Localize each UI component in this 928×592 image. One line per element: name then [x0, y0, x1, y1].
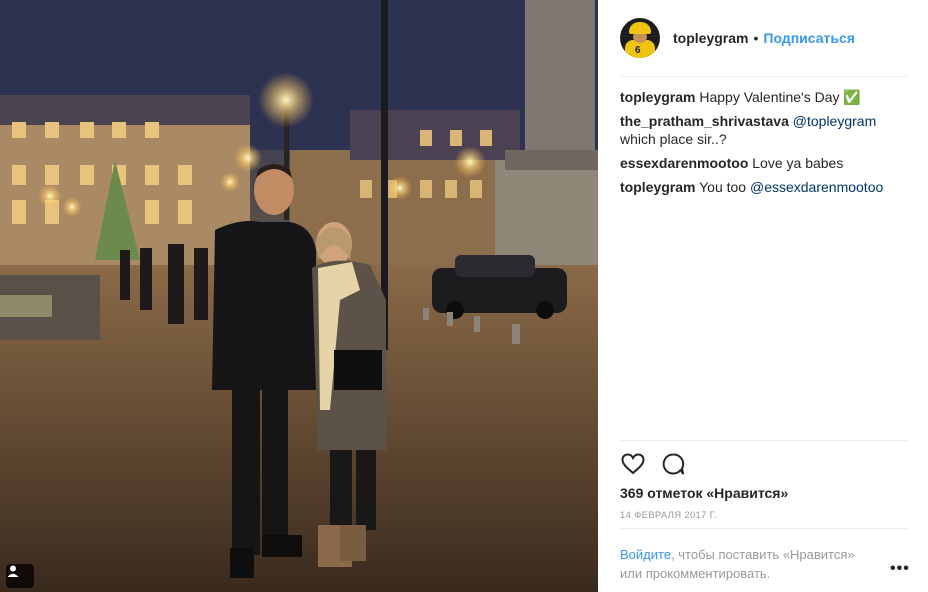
login-link[interactable]: Войдите — [620, 547, 671, 562]
comment-item: essexdarenmootoo Love ya babes — [620, 154, 910, 172]
divider — [620, 440, 908, 441]
comments-list: topleygram Happy Valentine's Day ✅ the_p… — [620, 88, 910, 202]
likes-count[interactable]: 369 отметок «Нравится» — [620, 485, 788, 501]
more-options-icon[interactable]: ••• — [890, 560, 910, 578]
post-photo[interactable] — [0, 0, 598, 592]
comment-item: the_pratham_shrivastava @topleygram whic… — [620, 112, 910, 148]
author-username[interactable]: topleygram — [673, 30, 748, 46]
post-actions — [620, 450, 700, 478]
divider — [620, 76, 908, 77]
comment-username[interactable]: essexdarenmootoo — [620, 155, 748, 171]
post-date[interactable]: 14 февраля 2017 г. — [620, 510, 717, 521]
avatar[interactable]: 6 — [620, 18, 660, 58]
comment-text: You too — [699, 179, 750, 195]
post-side-panel: 6 topleygram • Подписаться topleygram Ha… — [598, 0, 928, 592]
comment-text: which place sir..? — [620, 131, 727, 147]
comment-username[interactable]: topleygram — [620, 179, 695, 195]
photo-scene — [0, 0, 598, 592]
avatar-number: 6 — [635, 45, 641, 56]
comment-item: topleygram You too @essexdarenmootoo — [620, 178, 910, 196]
comment-icon[interactable] — [660, 451, 686, 477]
avatar-cap — [629, 22, 651, 34]
comment-username[interactable]: the_pratham_shrivastava — [620, 113, 789, 129]
header-separator: • — [753, 30, 759, 46]
post-header: 6 topleygram • Подписаться — [620, 16, 908, 60]
divider — [620, 528, 908, 529]
comment-mention[interactable]: @essexdarenmootoo — [750, 179, 883, 195]
heart-icon[interactable] — [620, 451, 646, 477]
comment-text: Happy Valentine's Day ✅ — [699, 89, 861, 105]
comment-text: Love ya babes — [752, 155, 844, 171]
follow-button[interactable]: Подписаться — [763, 30, 855, 46]
login-prompt: Войдите, чтобы поставить «Нравится» или … — [620, 545, 880, 583]
comment-username[interactable]: topleygram — [620, 89, 695, 105]
user-tag-icon[interactable] — [6, 564, 34, 588]
comment-item: topleygram Happy Valentine's Day ✅ — [620, 88, 910, 106]
comment-mention[interactable]: @topleygram — [793, 113, 876, 129]
